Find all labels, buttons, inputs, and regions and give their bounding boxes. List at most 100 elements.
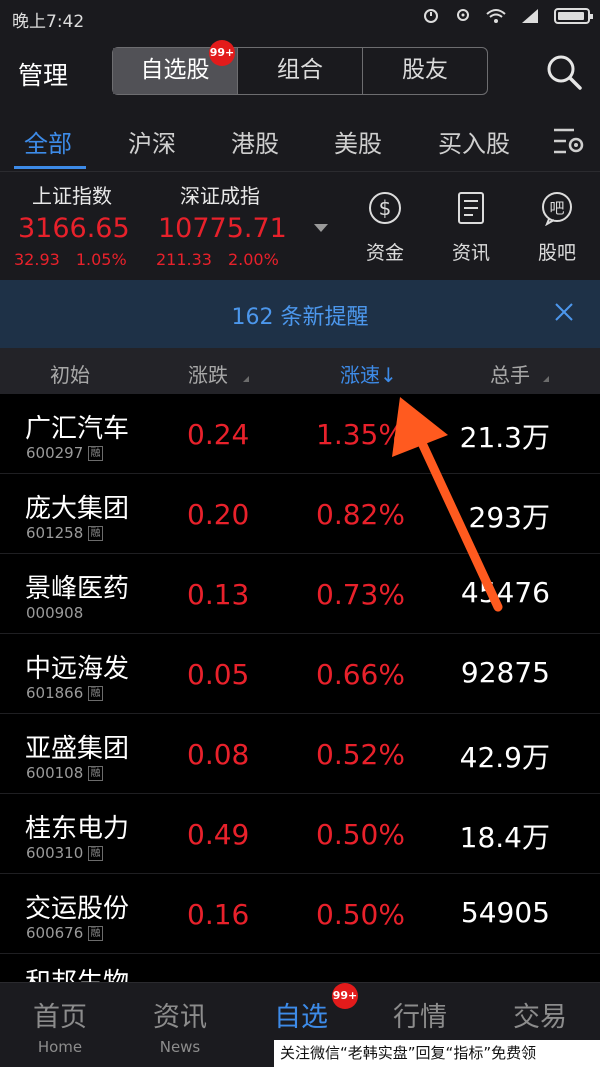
dollar-icon: $ <box>369 192 401 224</box>
svg-text:吧: 吧 <box>549 199 564 217</box>
table-row[interactable]: 中远海发 601866 融 0.05 0.66% 92875 <box>0 634 600 714</box>
stock-name: 桂东电力 <box>25 814 130 844</box>
index-name: 上证指数 <box>32 184 112 208</box>
close-icon[interactable] <box>554 302 574 322</box>
funds-button[interactable]: $ 资金 <box>355 190 415 265</box>
news-label: 资讯 <box>451 242 490 264</box>
tab-all[interactable]: 全部 <box>24 124 72 159</box>
index-change: 211.33 2.00% <box>156 250 295 269</box>
tab-bought[interactable]: 买入股 <box>438 124 510 159</box>
column-headers: 初始 涨跌 涨速↓ 总手 <box>0 348 600 394</box>
stock-volume: 54905 <box>460 896 550 929</box>
market-tabs: 全部 沪深 港股 美股 买入股 <box>0 110 600 172</box>
nav-news[interactable]: 资讯 News <box>130 995 230 1056</box>
stock-speed: 0.66% <box>316 658 405 691</box>
segment-control: 自选股 99+ 组合 股友 <box>112 40 488 95</box>
table-row[interactable]: 桂东电力 600310 融 0.49 0.50% 18.4万 <box>0 794 600 874</box>
index-change-pct: 2.00% <box>227 250 279 269</box>
index-shenzhen[interactable]: 深证成指 10775.71 211.33 2.00% <box>156 180 295 269</box>
stock-name: 亚盛集团 <box>25 734 130 764</box>
nav-trade[interactable]: 交易 <box>490 995 590 1034</box>
stock-name: 庞大集团 <box>25 494 130 524</box>
table-row[interactable]: 交运股份 600676 融 0.16 0.50% 54905 <box>0 874 600 954</box>
stock-volume: 42.9万 <box>459 741 550 774</box>
manage-button[interactable]: 管理 <box>18 56 68 92</box>
nav-market[interactable]: 行情 <box>370 995 470 1034</box>
segment-label: 股友 <box>402 57 448 83</box>
stock-volume: 18.4万 <box>459 821 550 854</box>
signal-icon <box>522 9 538 23</box>
segment-watchlist[interactable]: 自选股 99+ <box>113 40 238 94</box>
news-icon <box>458 192 484 224</box>
stock-volume: 92875 <box>460 656 550 689</box>
table-row[interactable]: 亚盛集团 600108 融 0.08 0.52% 42.9万 <box>0 714 600 794</box>
tab-hk[interactable]: 港股 <box>231 124 279 159</box>
watermark-text: 关注微信“老韩实盘”回复“指标”免费领 <box>274 1040 600 1067</box>
index-summary: 上证指数 3166.65 32.93 1.05% 深证成指 10775.71 21… <box>0 172 600 280</box>
sort-indicator-icon <box>243 376 249 382</box>
tab-indicator <box>14 166 86 169</box>
nav-label: 行情 <box>393 1002 447 1033</box>
alert-text: 162 条新提醒 <box>231 305 369 330</box>
status-icons <box>422 8 593 24</box>
segment-label: 组合 <box>277 57 323 83</box>
stock-name: 广汇汽车 <box>25 414 130 444</box>
svg-text:$: $ <box>379 196 392 220</box>
margin-tag: 融 <box>88 526 103 541</box>
stock-speed: 0.52% <box>316 738 405 771</box>
margin-tag: 融 <box>88 766 103 781</box>
stock-code: 601258 <box>26 524 84 542</box>
chevron-down-icon[interactable] <box>314 224 328 232</box>
index-shanghai[interactable]: 上证指数 3166.65 32.93 1.05% <box>14 180 143 269</box>
forum-button[interactable]: 吧 股吧 <box>527 190 587 265</box>
table-row[interactable]: 和邦生物 <box>0 954 600 982</box>
stock-code: 000908 <box>26 604 84 622</box>
location-icon <box>457 9 469 21</box>
column-initial[interactable]: 初始 <box>50 359 90 388</box>
index-change-pct: 1.05% <box>75 250 127 269</box>
margin-tag: 融 <box>88 846 103 861</box>
margin-tag: 融 <box>88 686 103 701</box>
column-change[interactable]: 涨跌 <box>188 359 228 388</box>
tab-shanghai-shenzhen[interactable]: 沪深 <box>128 124 176 159</box>
stock-speed: 0.50% <box>316 818 405 851</box>
index-change-abs: 32.93 <box>14 250 60 269</box>
segment-portfolio[interactable]: 组合 <box>238 48 363 94</box>
stock-code: 600676 <box>26 924 84 942</box>
stock-speed: 0.50% <box>316 898 405 931</box>
nav-home[interactable]: 首页 Home <box>10 995 110 1056</box>
stock-change: 0.13 <box>187 578 250 611</box>
search-icon[interactable] <box>546 54 582 90</box>
stock-code: 600108 <box>26 764 84 782</box>
tab-us[interactable]: 美股 <box>334 124 382 159</box>
nav-label: 首页 <box>33 1002 87 1033</box>
settings-icon[interactable] <box>552 126 586 156</box>
stock-name: 和邦生物 <box>25 962 129 982</box>
nav-sublabel: Home <box>37 1038 83 1056</box>
index-change-abs: 211.33 <box>156 250 212 269</box>
margin-tag: 融 <box>88 446 103 461</box>
column-speed[interactable]: 涨速↓ <box>340 359 397 388</box>
funds-label: 资金 <box>365 242 404 264</box>
stock-change: 0.20 <box>187 498 250 531</box>
stock-code: 600310 <box>26 844 84 862</box>
stock-code: 601866 <box>26 684 84 702</box>
watchlist-badge: 99+ <box>209 40 235 66</box>
margin-tag: 融 <box>88 926 103 941</box>
nav-label: 交易 <box>513 1002 567 1033</box>
alert-bar[interactable]: 162 条新提醒 <box>0 280 600 348</box>
nav-sublabel: News <box>159 1038 201 1056</box>
stock-name: 交运股份 <box>25 894 130 924</box>
sort-indicator-icon <box>543 376 549 382</box>
status-bar: 晚上7:42 <box>0 0 600 34</box>
stock-name: 景峰医药 <box>25 574 130 604</box>
news-button[interactable]: 资讯 <box>441 190 501 265</box>
battery-icon <box>554 8 593 24</box>
segment-friends[interactable]: 股友 <box>363 48 487 94</box>
column-volume[interactable]: 总手 <box>490 359 530 388</box>
app-header: 管理 自选股 99+ 组合 股友 <box>0 34 600 110</box>
status-time: 晚上7:42 <box>12 12 85 32</box>
stock-change: 0.16 <box>187 898 250 931</box>
stock-code: 600297 <box>26 444 84 462</box>
annotation-arrow-icon <box>392 397 503 612</box>
